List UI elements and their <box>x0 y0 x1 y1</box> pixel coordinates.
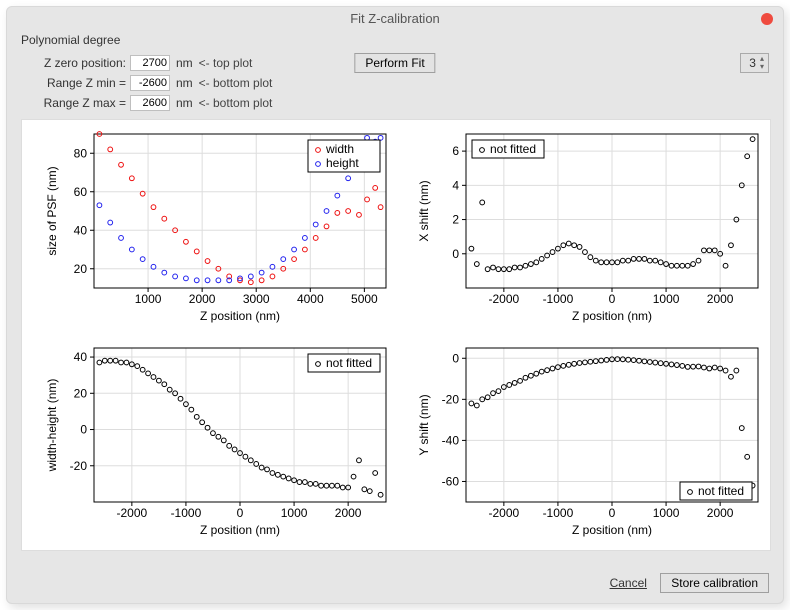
svg-text:0: 0 <box>237 506 244 520</box>
svg-text:-60: -60 <box>442 474 460 488</box>
svg-text:4: 4 <box>452 178 459 192</box>
svg-text:height: height <box>326 156 359 170</box>
z-zero-hint: <- top plot <box>199 53 253 73</box>
chevron-updown-icon: ▴▾ <box>760 55 764 71</box>
dialog: Fit Z-calibration Polynomial degree Perf… <box>6 6 784 604</box>
degree-value: 3 <box>749 56 756 70</box>
svg-text:2000: 2000 <box>335 506 362 520</box>
svg-text:1000: 1000 <box>653 292 680 306</box>
svg-text:not fitted: not fitted <box>490 142 536 156</box>
svg-text:not fitted: not fitted <box>698 484 744 498</box>
svg-text:width: width <box>325 142 354 156</box>
z-min-input[interactable] <box>130 75 170 91</box>
z-zero-label: Z zero position: <box>21 53 130 73</box>
svg-text:5000: 5000 <box>351 292 378 306</box>
svg-text:20: 20 <box>74 262 88 276</box>
svg-text:X shift (nm): X shift (nm) <box>417 180 431 241</box>
svg-text:40: 40 <box>74 350 88 364</box>
svg-text:-1000: -1000 <box>543 506 574 520</box>
z-zero-unit: nm <box>170 53 199 73</box>
svg-text:0: 0 <box>452 247 459 261</box>
cancel-button[interactable]: Cancel <box>610 576 647 590</box>
polynomial-degree-label: Polynomial degree <box>21 33 120 47</box>
svg-text:60: 60 <box>74 185 88 199</box>
svg-text:-2000: -2000 <box>117 506 148 520</box>
titlebar: Fit Z-calibration <box>7 7 783 31</box>
z-min-label: Range Z min = <box>21 73 130 93</box>
window-title: Fit Z-calibration <box>350 11 440 26</box>
svg-text:Z position (nm): Z position (nm) <box>200 523 280 537</box>
z-min-unit: nm <box>170 73 199 93</box>
svg-text:-1000: -1000 <box>543 292 574 306</box>
svg-text:0: 0 <box>609 506 616 520</box>
svg-text:1000: 1000 <box>281 506 308 520</box>
svg-text:2: 2 <box>452 213 459 227</box>
svg-text:0: 0 <box>452 351 459 365</box>
svg-text:Z position (nm): Z position (nm) <box>200 309 280 323</box>
svg-text:not fitted: not fitted <box>326 356 372 370</box>
svg-text:-20: -20 <box>70 459 88 473</box>
svg-text:-40: -40 <box>442 433 460 447</box>
svg-text:-1000: -1000 <box>171 506 202 520</box>
z-max-hint: <- bottom plot <box>199 93 273 113</box>
charts-svg: 1000200030004000500020406080Z position (… <box>22 120 770 550</box>
z-max-label: Range Z max = <box>21 93 130 113</box>
svg-text:Z position (nm): Z position (nm) <box>572 523 652 537</box>
svg-text:3000: 3000 <box>243 292 270 306</box>
svg-text:40: 40 <box>74 223 88 237</box>
svg-text:0: 0 <box>80 423 87 437</box>
svg-text:4000: 4000 <box>297 292 324 306</box>
svg-text:20: 20 <box>74 386 88 400</box>
svg-text:Y shift (nm): Y shift (nm) <box>417 394 431 455</box>
plots-panel: 1000200030004000500020406080Z position (… <box>21 119 771 551</box>
svg-text:size of PSF (nm): size of PSF (nm) <box>45 166 59 255</box>
svg-text:-2000: -2000 <box>489 506 520 520</box>
svg-text:0: 0 <box>609 292 616 306</box>
range-inputs: Z zero position: nm <- top plot Range Z … <box>21 53 272 113</box>
controls-area: Polynomial degree Perform Fit 3 ▴▾ Z zer… <box>7 31 783 119</box>
degree-stepper[interactable]: 3 ▴▾ <box>740 53 769 73</box>
z-max-input[interactable] <box>130 95 170 111</box>
svg-text:2000: 2000 <box>707 292 734 306</box>
svg-text:-2000: -2000 <box>489 292 520 306</box>
z-max-unit: nm <box>170 93 199 113</box>
svg-text:1000: 1000 <box>653 506 680 520</box>
store-calibration-button[interactable]: Store calibration <box>660 573 769 593</box>
close-icon[interactable] <box>761 13 773 25</box>
svg-text:6: 6 <box>452 144 459 158</box>
svg-text:width-height (nm): width-height (nm) <box>45 379 59 473</box>
footer: Cancel Store calibration <box>610 573 769 593</box>
z-min-hint: <- bottom plot <box>199 73 273 93</box>
svg-text:-20: -20 <box>442 392 460 406</box>
svg-text:2000: 2000 <box>189 292 216 306</box>
svg-text:2000: 2000 <box>707 506 734 520</box>
perform-fit-button[interactable]: Perform Fit <box>354 53 435 73</box>
svg-text:80: 80 <box>74 146 88 160</box>
z-zero-input[interactable] <box>130 55 170 71</box>
svg-text:1000: 1000 <box>135 292 162 306</box>
svg-text:Z position (nm): Z position (nm) <box>572 309 652 323</box>
